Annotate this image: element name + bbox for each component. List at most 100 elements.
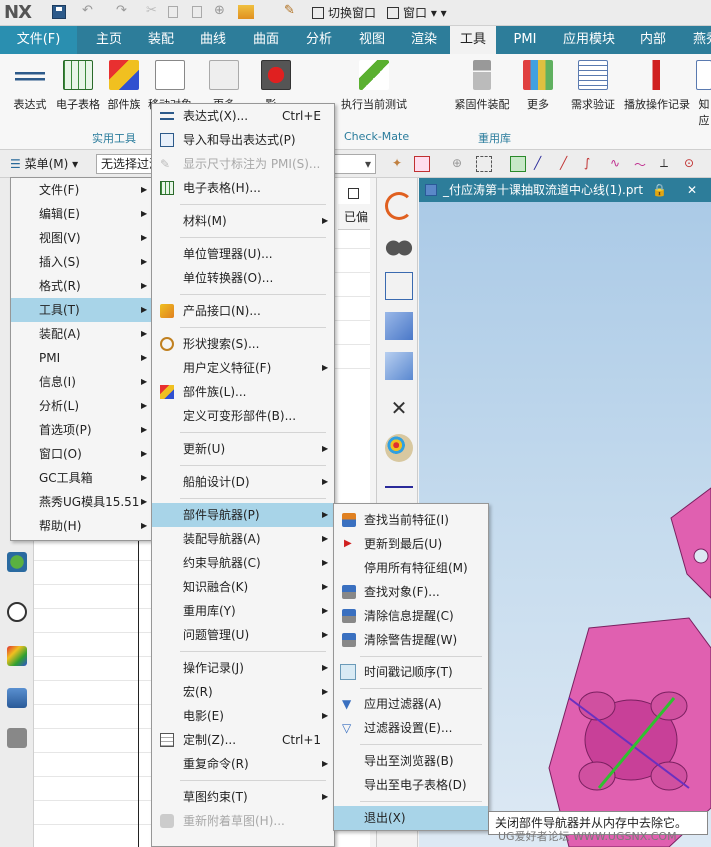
redo-icon[interactable]: ↷ <box>116 3 130 18</box>
palette-icon[interactable] <box>7 646 27 666</box>
menu-item-information[interactable]: 信息(I) ▶ <box>11 370 151 394</box>
menu-item-window[interactable]: 窗口(O) ▶ <box>11 442 151 466</box>
tab-pmi[interactable]: PMI <box>506 26 544 54</box>
tools-item-import-export-expressions[interactable]: 导入和导出表达式(P) <box>152 128 334 152</box>
tools-item-unit-manager[interactable]: 单位管理器(U)... <box>152 242 334 266</box>
tools-item-repeat-command[interactable]: 重复命令(R) ▶ <box>152 752 334 776</box>
wireframe-cube-icon[interactable] <box>385 272 413 300</box>
run-current-test-button[interactable]: 执行当前测试 <box>334 60 414 112</box>
partnav-item-apply-filter[interactable]: ▼ 应用过滤器(A) <box>334 692 488 716</box>
tools-item-customize[interactable]: 定制(Z)... Ctrl+1 <box>152 728 334 752</box>
menu-item-edit[interactable]: 编辑(E) ▶ <box>11 202 151 226</box>
more-button-2[interactable]: 更多 <box>520 60 556 112</box>
tools-item-constraint-navigator[interactable]: 约束导航器(C) ▶ <box>152 551 334 575</box>
menu-item-preferences[interactable]: 首选项(P) ▶ <box>11 418 151 442</box>
tools-item-display-dims-as-pmi[interactable]: ✎ 显示尺寸标注为 PMI(S)... <box>152 152 334 176</box>
dimension-icon[interactable] <box>385 486 413 496</box>
web-browser-icon[interactable] <box>7 552 27 572</box>
partnav-item-exit[interactable]: 退出(X) <box>334 806 488 830</box>
partnav-item-clear-info-alerts[interactable]: 清除信息提醒(C) <box>334 604 488 628</box>
command-finder-icon[interactable] <box>238 5 254 19</box>
shaded-cube-icon[interactable] <box>385 312 413 340</box>
partnav-item-update-to-last[interactable]: ▶ 更新到最后(U) <box>334 532 488 556</box>
tools-item-define-deformable-part[interactable]: 定义可变形部件(B)... <box>152 404 334 428</box>
snap-node-icon[interactable] <box>510 156 526 172</box>
tools-item-knowledge-fusion[interactable]: 知识融合(K) ▶ <box>152 575 334 599</box>
menu-item-yanxiu-mold[interactable]: 燕秀UG模具15.51 ▶ <box>11 490 151 514</box>
tab-internal[interactable]: 内部 <box>632 26 674 54</box>
partnav-item-find-current-feature[interactable]: 查找当前特征(I) <box>334 508 488 532</box>
window-menu-button[interactable]: 窗口 ▾ ▾ <box>387 3 447 23</box>
tab-view[interactable]: 视图 <box>351 26 393 54</box>
tools-item-part-family[interactable]: 部件族(L)... <box>152 380 334 404</box>
partnav-item-timestamp-order[interactable]: 时间戳记顺序(T) <box>334 660 488 684</box>
menu-item-format[interactable]: 格式(R) ▶ <box>11 274 151 298</box>
system-scene-icon[interactable] <box>7 728 27 748</box>
navigator-column-header[interactable]: 已偏 <box>338 204 370 230</box>
binoculars-icon[interactable] <box>385 234 413 262</box>
tab-home[interactable]: 主页 <box>86 26 132 54</box>
paste-icon[interactable] <box>192 6 202 18</box>
partnav-item-export-to-browser[interactable]: 导出至浏览器(B) <box>334 749 488 773</box>
partnav-item-clear-warning-alerts[interactable]: 清除警告提醒(W) <box>334 628 488 652</box>
tangent-icon[interactable]: ⟂ <box>660 156 676 172</box>
spline-icon[interactable]: ∿ <box>610 156 626 172</box>
select-icon[interactable] <box>414 156 430 172</box>
part-family-button[interactable]: 部件族 <box>104 60 144 112</box>
curve-icon[interactable]: ∫ <box>584 156 600 172</box>
tools-item-spreadsheet[interactable]: 电子表格(H)... <box>152 176 334 200</box>
save-icon[interactable] <box>52 5 66 19</box>
menu-button[interactable]: ☰ 菜单(M) ▾ <box>6 155 82 173</box>
tools-item-expression[interactable]: 表达式(X)... Ctrl+E <box>152 104 334 128</box>
endpoint-icon[interactable]: ╱ <box>560 156 576 172</box>
tab-application[interactable]: 应用模块 <box>556 26 622 54</box>
undo-icon[interactable]: ↶ <box>82 3 96 18</box>
tools-item-update[interactable]: 更新(U) ▶ <box>152 437 334 461</box>
menu-item-tools[interactable]: 工具(T) ▶ <box>11 298 151 322</box>
menu-item-analysis[interactable]: 分析(L) ▶ <box>11 394 151 418</box>
tools-item-user-defined-feature[interactable]: 用户定义特征(F) ▶ <box>152 356 334 380</box>
shaded-edges-cube-icon[interactable] <box>385 352 413 380</box>
tools-item-macro[interactable]: 宏(R) ▶ <box>152 680 334 704</box>
tools-item-assembly-navigator[interactable]: 装配导航器(A) ▶ <box>152 527 334 551</box>
copy-icon[interactable] <box>168 6 178 18</box>
tools-item-movie[interactable]: 电影(E) ▶ <box>152 704 334 728</box>
requirement-check-button[interactable]: 需求验证 <box>568 60 618 112</box>
tools-item-journal[interactable]: 操作记录(J) ▶ <box>152 656 334 680</box>
snap-icon[interactable]: ✎ <box>284 3 298 18</box>
tools-item-part-navigator[interactable]: 部件导航器(P) ▶ <box>152 503 334 527</box>
tab-yanxiu[interactable]: 燕秀 <box>686 26 711 54</box>
tab-file[interactable]: 文件(F) <box>0 26 77 54</box>
wave-icon[interactable]: 〜 <box>634 156 650 172</box>
menu-item-file[interactable]: 文件(F) ▶ <box>11 178 151 202</box>
switch-window-button[interactable]: 切换窗口 <box>312 3 376 23</box>
tools-item-unit-converter[interactable]: 单位转换器(O)... <box>152 266 334 290</box>
navigator-checkbox[interactable] <box>348 188 359 199</box>
menu-item-pmi[interactable]: PMI ▶ <box>11 346 151 370</box>
menu-item-assembly[interactable]: 装配(A) ▶ <box>11 322 151 346</box>
tab-render[interactable]: 渲染 <box>403 26 445 54</box>
tab-curve[interactable]: 曲线 <box>192 26 234 54</box>
menu-item-view[interactable]: 视图(V) ▶ <box>11 226 151 250</box>
partnav-item-export-to-spreadsheet[interactable]: 导出至电子表格(D) <box>334 773 488 797</box>
center-icon[interactable]: ⊙ <box>684 156 700 172</box>
partnav-item-find-object[interactable]: 查找对象(F)... <box>334 580 488 604</box>
tab-surface[interactable]: 曲面 <box>245 26 287 54</box>
expression-button[interactable]: 表达式 <box>8 60 52 112</box>
tools-item-sketch-constraint[interactable]: 草图约束(T) ▶ <box>152 785 334 809</box>
line-icon[interactable]: ╱ <box>534 156 550 172</box>
edit-display-icon[interactable] <box>385 434 413 462</box>
cut-icon[interactable]: ✂ <box>146 3 160 18</box>
role-icon[interactable] <box>7 688 27 708</box>
tools-item-reuse-library[interactable]: 重用库(Y) ▶ <box>152 599 334 623</box>
select-feature-icon[interactable]: ⊕ <box>452 156 468 172</box>
knowledge-button[interactable]: 知应 <box>694 60 711 128</box>
menu-item-help[interactable]: 帮助(H) ▶ <box>11 514 151 538</box>
tab-analysis[interactable]: 分析 <box>298 26 340 54</box>
tools-item-reattach-sketch[interactable]: 重新附着草图(H)... <box>152 809 334 833</box>
refresh-icon[interactable] <box>385 192 413 220</box>
history-clock-icon[interactable] <box>7 602 27 622</box>
menu-item-insert[interactable]: 插入(S) ▶ <box>11 250 151 274</box>
play-journal-button[interactable]: 播放操作记录 <box>622 60 692 112</box>
snap-point-icon[interactable]: ✦ <box>392 156 408 172</box>
